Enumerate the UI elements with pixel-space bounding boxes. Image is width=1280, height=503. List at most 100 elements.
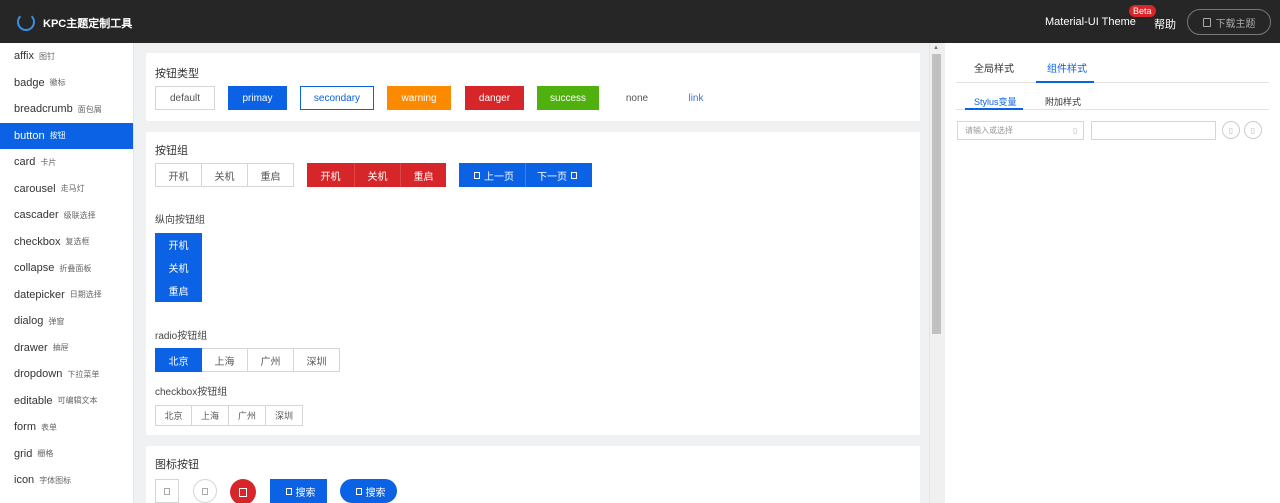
danger-group-restart-button[interactable]: 重启	[400, 163, 446, 187]
circle-icon-button[interactable]	[193, 479, 217, 503]
sidebar-item-drawer[interactable]: drawer 抽屉	[0, 335, 133, 362]
sidebar-item-datepicker[interactable]: datepicker 日期选择	[0, 282, 133, 309]
sidebar-item-label: grid	[14, 447, 33, 460]
sidebar-item-grid[interactable]: grid 栅格	[0, 441, 133, 468]
tab-global-style[interactable]: 全局样式	[974, 60, 1014, 75]
group-power-off-button[interactable]: 关机	[202, 163, 248, 187]
sidebar-item-label: drawer	[14, 341, 48, 354]
sidebar-item-label: button	[14, 129, 45, 142]
radio-group-title: radio按钮组	[155, 331, 208, 342]
sidebar-item-collapse[interactable]: collapse 折叠面板	[0, 255, 133, 282]
variable-select[interactable]: 请输入或选择 ▯	[957, 121, 1084, 140]
add-variable-button[interactable]: ▯	[1222, 121, 1240, 139]
sidebar-item-icon[interactable]: icon 字体图标	[0, 467, 133, 494]
primary-button[interactable]: primay	[228, 86, 287, 110]
sidebar-item-sublabel: 徽标	[49, 78, 66, 88]
vertical-restart-button[interactable]: 重启	[155, 279, 202, 302]
sidebar-item-sublabel: 字体图标	[39, 475, 72, 485]
radio-shanghai-button[interactable]: 上海	[202, 348, 248, 372]
vertical-power-on-button[interactable]: 开机	[155, 233, 202, 256]
sidebar-item-label: dropdown	[14, 368, 63, 381]
radio-beijing-button[interactable]: 北京	[155, 348, 202, 372]
danger-circle-icon-button[interactable]	[230, 479, 256, 503]
none-button[interactable]: none	[612, 86, 662, 110]
sidebar-item-form[interactable]: form 表单	[0, 414, 133, 441]
tabs-divider	[956, 82, 1269, 83]
search-icon	[355, 487, 362, 495]
sidebar-item-dialog[interactable]: dialog 弹窗	[0, 308, 133, 335]
next-page-button[interactable]: 下一页	[525, 163, 592, 187]
vertical-power-off-button[interactable]: 关机	[155, 256, 202, 279]
sidebar-item-checkbox[interactable]: checkbox 复选框	[0, 229, 133, 256]
download-theme-label: 下载主题	[1215, 18, 1256, 30]
danger-group-power-off-button[interactable]: 关机	[354, 163, 400, 187]
variable-select-placeholder: 请输入或选择	[965, 126, 1013, 135]
sidebar-item-label: card	[14, 156, 36, 169]
top-bar: KPC主题定制工具 Material-UI Theme Beta 帮助 下载主题	[0, 0, 1280, 43]
add-icon: ▯	[1228, 125, 1234, 135]
sidebar-item-affix[interactable]: affix 图钉	[0, 43, 133, 70]
button-types-card: 按钮类型 default primay secondary warning da…	[146, 53, 920, 121]
sidebar-item-label: affix	[14, 50, 34, 63]
subtab-stylus-variables[interactable]: Stylus变量	[974, 95, 1017, 108]
sidebar-item-sublabel: 按钮	[49, 131, 66, 141]
sidebar-item-label: badge	[14, 76, 45, 89]
button-types-title: 按钮类型	[155, 68, 199, 80]
success-button[interactable]: success	[537, 86, 599, 110]
scroll-up-icon[interactable]: ▲	[933, 45, 939, 51]
icon-buttons-title: 图标按钮	[155, 459, 199, 471]
main-scrollbar-thumb[interactable]	[932, 54, 941, 334]
group-power-on-button[interactable]: 开机	[155, 163, 202, 187]
search-button[interactable]: 搜索	[270, 479, 327, 503]
sidebar-item-sublabel: 栅格	[37, 449, 54, 459]
sidebar-item-badge[interactable]: badge 徽标	[0, 70, 133, 97]
tab-component-style[interactable]: 组件样式	[1047, 60, 1087, 75]
warning-button[interactable]: warning	[387, 86, 451, 110]
checkbox-beijing-button[interactable]: 北京	[155, 405, 192, 426]
remove-variable-button[interactable]: ▯	[1244, 121, 1262, 139]
radio-guangzhou-button[interactable]: 广州	[248, 348, 294, 372]
sidebar-item-label: dialog	[14, 315, 44, 328]
sidebar-item-sublabel: 下拉菜单	[67, 369, 100, 379]
chevron-down-icon: ▯	[1073, 128, 1077, 135]
variable-value-input[interactable]	[1091, 121, 1216, 140]
sidebar-item-dropdown[interactable]: dropdown 下拉菜单	[0, 361, 133, 388]
remove-icon: ▯	[1250, 125, 1256, 135]
radio-shenzhen-button[interactable]: 深圳	[294, 348, 340, 372]
icon-only-button[interactable]	[155, 479, 179, 503]
subtab-extra-style[interactable]: 附加样式	[1045, 95, 1081, 108]
link-button[interactable]: link	[672, 86, 720, 110]
group-restart-button[interactable]: 重启	[248, 163, 294, 187]
sidebar-item-editable[interactable]: editable 可编辑文本	[0, 388, 133, 415]
app-title: KPC主题定制工具	[43, 18, 133, 30]
download-icon	[1202, 17, 1211, 27]
round-search-button[interactable]: 搜索	[340, 479, 397, 503]
button-group-card: 按钮组 开机 关机 重启 开机 关机 重启 上一页 下一页 纵向按钮组 开机 关…	[146, 132, 920, 435]
sidebar-item-carousel[interactable]: carousel 走马灯	[0, 176, 133, 203]
sidebar-item-card[interactable]: card 卡片	[0, 149, 133, 176]
danger-group-power-on-button[interactable]: 开机	[307, 163, 354, 187]
sidebar-item-breadcrumb[interactable]: breadcrumb 面包屑	[0, 96, 133, 123]
checkbox-group-title: checkbox按钮组	[155, 387, 228, 398]
button-group-title: 按钮组	[155, 145, 188, 157]
default-button[interactable]: default	[155, 86, 215, 110]
checkbox-guangzhou-button[interactable]: 广州	[229, 405, 266, 426]
danger-button[interactable]: danger	[465, 86, 524, 110]
theme-name[interactable]: Material-UI Theme	[1045, 16, 1136, 28]
download-theme-button[interactable]: 下载主题	[1187, 9, 1271, 35]
prev-page-button[interactable]: 上一页	[459, 163, 525, 187]
sidebar-item-label: collapse	[14, 262, 55, 275]
sidebar-item-label: cascader	[14, 209, 59, 222]
chevron-right-icon	[571, 171, 577, 179]
secondary-button[interactable]: secondary	[300, 86, 374, 110]
checkbox-shanghai-button[interactable]: 上海	[192, 405, 229, 426]
sidebar-item-label: carousel	[14, 182, 56, 195]
sidebar-item-sublabel: 折叠面板	[59, 263, 92, 273]
sidebar-item-label: icon	[14, 474, 35, 487]
checkbox-shenzhen-button[interactable]: 深圳	[266, 405, 303, 426]
vertical-group-title: 纵向按钮组	[155, 215, 205, 226]
sidebar-item-cascader[interactable]: cascader 级联选择	[0, 202, 133, 229]
help-link[interactable]: 帮助	[1154, 16, 1176, 32]
sidebar-item-button[interactable]: button 按钮	[0, 122, 133, 149]
sidebar-item-sublabel: 走马灯	[60, 184, 85, 194]
